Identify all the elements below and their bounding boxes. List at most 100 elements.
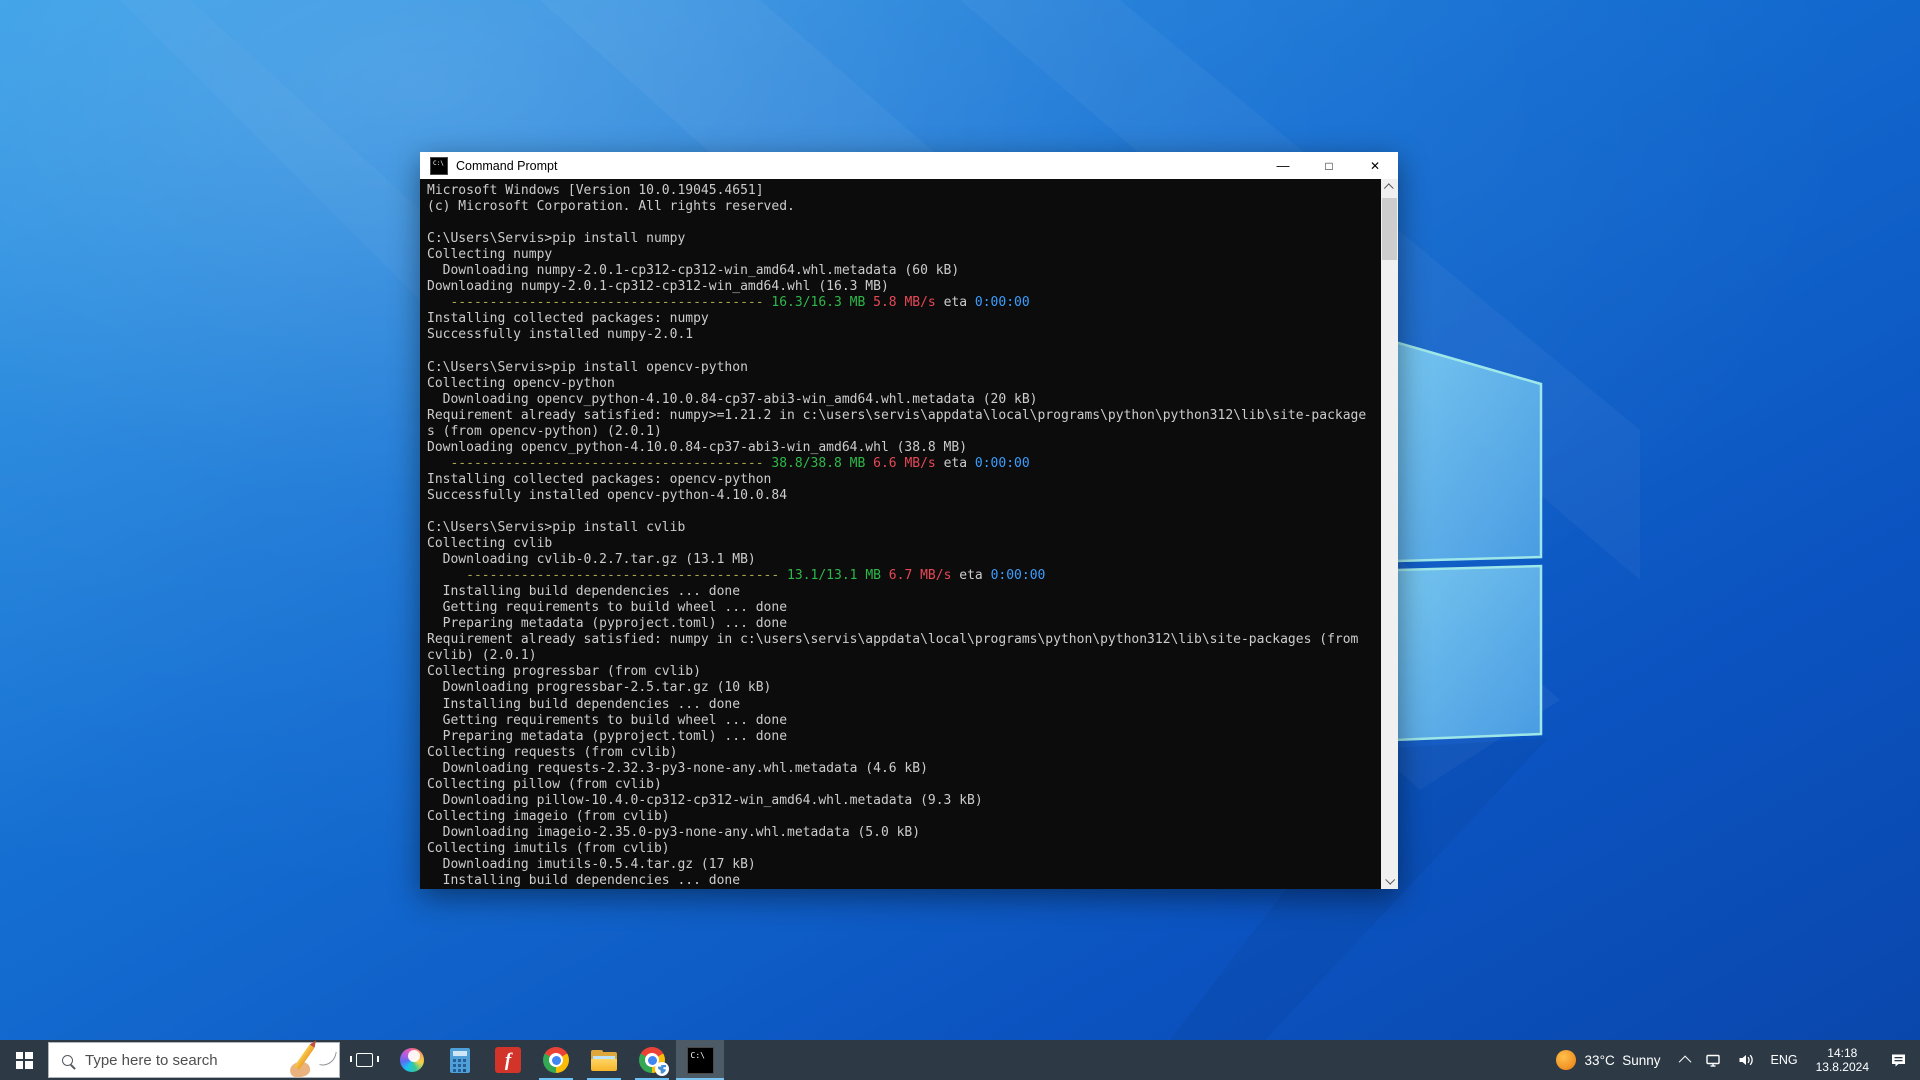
- command-prompt-icon: C:\: [430, 156, 448, 175]
- chevron-down-icon: [1385, 874, 1396, 885]
- terminal-line: Collecting numpy: [427, 247, 553, 263]
- calculator-button[interactable]: [436, 1040, 484, 1080]
- chrome-icon: [543, 1047, 569, 1073]
- terminal-line: Downloading opencv_python-4.10.0.84-cp37…: [427, 391, 1038, 407]
- terminal-line: Collecting imageio (from cvlib): [427, 808, 670, 824]
- terminal-line: Downloading requests-2.32.3-py3-none-any…: [427, 760, 928, 776]
- terminal-line: (c) Microsoft Corporation. All rights re…: [427, 199, 795, 215]
- task-view-icon: [349, 1053, 379, 1067]
- terminal-line: Downloading numpy-2.0.1-cp312-cp312-win_…: [427, 263, 960, 279]
- command-prompt-window: C:\ Command Prompt — □ ✕ Microsoft Windo…: [420, 152, 1398, 889]
- action-center-button[interactable]: [1878, 1040, 1920, 1080]
- search-highlight-illustration: [283, 1042, 339, 1079]
- terminal-line: Collecting opencv-python: [427, 375, 615, 391]
- terminal-line: Getting requirements to build wheel ... …: [427, 600, 788, 616]
- terminal-line: ----------------------------------------…: [466, 568, 1046, 584]
- terminal-line: cvlib) (2.0.1): [427, 648, 537, 664]
- terminal-line: Getting requirements to build wheel ... …: [427, 712, 788, 728]
- weather-widget[interactable]: 33°C Sunny: [1542, 1040, 1675, 1080]
- weather-temperature: 33°C: [1584, 1052, 1615, 1068]
- terminal-line: Installing build dependencies ... done: [427, 873, 741, 889]
- terminal-line: ----------------------------------------…: [450, 455, 1030, 471]
- terminal-line: Installing build dependencies ... done: [427, 696, 741, 712]
- task-view-button[interactable]: [340, 1040, 388, 1080]
- notification-icon: [1892, 1054, 1905, 1067]
- taskbar-search[interactable]: [48, 1042, 340, 1079]
- windows-logo-icon: [15, 1051, 33, 1069]
- taskbar: f C:\ 33°C Sunny: [0, 1040, 1920, 1080]
- volume-icon: [1739, 1054, 1753, 1066]
- terminal-output[interactable]: Microsoft Windows [Version 10.0.19045.46…: [420, 179, 1398, 889]
- terminal-line: Downloading pillow-10.4.0-cp312-cp312-wi…: [427, 792, 983, 808]
- file-explorer-icon: [591, 1049, 617, 1071]
- terminal-line: Successfully installed numpy-2.0.1: [427, 327, 694, 343]
- terminal-line: C:\Users\Servis>pip install numpy: [427, 231, 686, 247]
- terminal-line: Collecting pillow (from cvlib): [427, 776, 662, 792]
- terminal-line: Successfully installed opencv-python-4.1…: [427, 487, 788, 503]
- command-prompt-icon: C:\: [686, 1046, 714, 1074]
- terminal-line: Requirement already satisfied: numpy in …: [427, 632, 1359, 648]
- window-title: Command Prompt: [456, 158, 558, 173]
- tray-overflow-button[interactable]: [1675, 1040, 1698, 1080]
- scrollbar-thumb[interactable]: [1382, 198, 1397, 260]
- sun-icon: [1555, 1050, 1576, 1070]
- terminal-line: Installing collected packages: numpy: [427, 311, 709, 327]
- terminal-line: Preparing metadata (pyproject.toml) ... …: [427, 616, 788, 632]
- tray-date: 13.8.2024: [1815, 1060, 1869, 1074]
- weather-condition: Sunny: [1622, 1052, 1661, 1068]
- scroll-down-button[interactable]: [1381, 872, 1398, 889]
- chevron-up-icon: [1678, 1055, 1691, 1068]
- file-explorer-button[interactable]: [580, 1040, 628, 1080]
- network-icon: [1705, 1054, 1720, 1067]
- f-app-icon: f: [495, 1047, 521, 1073]
- chrome-button[interactable]: [532, 1040, 580, 1080]
- network-button[interactable]: [1698, 1040, 1730, 1080]
- terminal-line: Downloading progressbar-2.5.tar.gz (10 k…: [427, 680, 772, 696]
- chevron-up-icon: [1383, 183, 1394, 194]
- terminal-line: ----------------------------------------…: [450, 295, 1030, 311]
- terminal-line: s (from opencv-python) (2.0.1): [427, 423, 662, 439]
- system-tray: 33°C Sunny ENG 14:18 13.8.2024: [1542, 1040, 1920, 1080]
- terminal-line: C:\Users\Servis>pip install opencv-pytho…: [427, 359, 748, 375]
- terminal-line: C:\Users\Servis>pip install cvlib: [427, 519, 686, 535]
- terminal-line: Downloading opencv_python-4.10.0.84-cp37…: [427, 439, 968, 455]
- language-indicator[interactable]: ENG: [1762, 1040, 1807, 1080]
- desktop: { "colors": { "term_bg": "#0c0c0c", "ter…: [0, 0, 1920, 1080]
- close-button[interactable]: ✕: [1352, 152, 1398, 179]
- dino-icon: [658, 1064, 666, 1074]
- terminal-line: Requirement already satisfied: numpy>=1.…: [427, 407, 1367, 423]
- terminal-line: Preparing metadata (pyproject.toml) ... …: [427, 728, 788, 744]
- copilot-button[interactable]: [388, 1040, 436, 1080]
- terminal-line: Downloading cvlib-0.2.7.tar.gz (13.1 MB): [427, 552, 756, 568]
- command-prompt-taskbar-button[interactable]: C:\: [676, 1040, 724, 1080]
- scroll-up-button[interactable]: [1381, 179, 1398, 196]
- terminal-line: Downloading numpy-2.0.1-cp312-cp312-win_…: [427, 279, 889, 295]
- tray-time: 14:18: [1827, 1046, 1858, 1060]
- terminal-line: Collecting progressbar (from cvlib): [427, 664, 701, 680]
- terminal-line: Microsoft Windows [Version 10.0.19045.46…: [427, 183, 764, 198]
- terminal-line: Downloading imutils-0.5.4.tar.gz (17 kB): [427, 856, 756, 872]
- f-app-button[interactable]: f: [484, 1040, 532, 1080]
- volume-button[interactable]: [1730, 1040, 1762, 1080]
- maximize-button[interactable]: □: [1306, 152, 1352, 179]
- search-icon: [62, 1054, 73, 1066]
- terminal-line: Installing build dependencies ... done: [427, 584, 741, 600]
- terminal-line: Collecting requests (from cvlib): [427, 744, 678, 760]
- terminal-line: Collecting cvlib: [427, 536, 553, 552]
- start-button[interactable]: [0, 1040, 48, 1080]
- search-input[interactable]: [83, 1050, 283, 1070]
- chrome-dino-button[interactable]: [628, 1040, 676, 1080]
- copilot-icon: [400, 1048, 424, 1072]
- calculator-icon: [450, 1047, 470, 1073]
- minimize-button[interactable]: —: [1260, 152, 1306, 179]
- clock[interactable]: 14:18 13.8.2024: [1807, 1040, 1878, 1080]
- terminal-line: Installing collected packages: opencv-py…: [427, 471, 772, 487]
- terminal-scrollbar[interactable]: [1381, 179, 1398, 889]
- chrome-dino-icon: [639, 1047, 669, 1076]
- terminal-line: Collecting imutils (from cvlib): [427, 840, 670, 856]
- window-titlebar[interactable]: C:\ Command Prompt — □ ✕: [420, 152, 1398, 179]
- terminal-line: Downloading imageio-2.35.0-py3-none-any.…: [427, 824, 921, 840]
